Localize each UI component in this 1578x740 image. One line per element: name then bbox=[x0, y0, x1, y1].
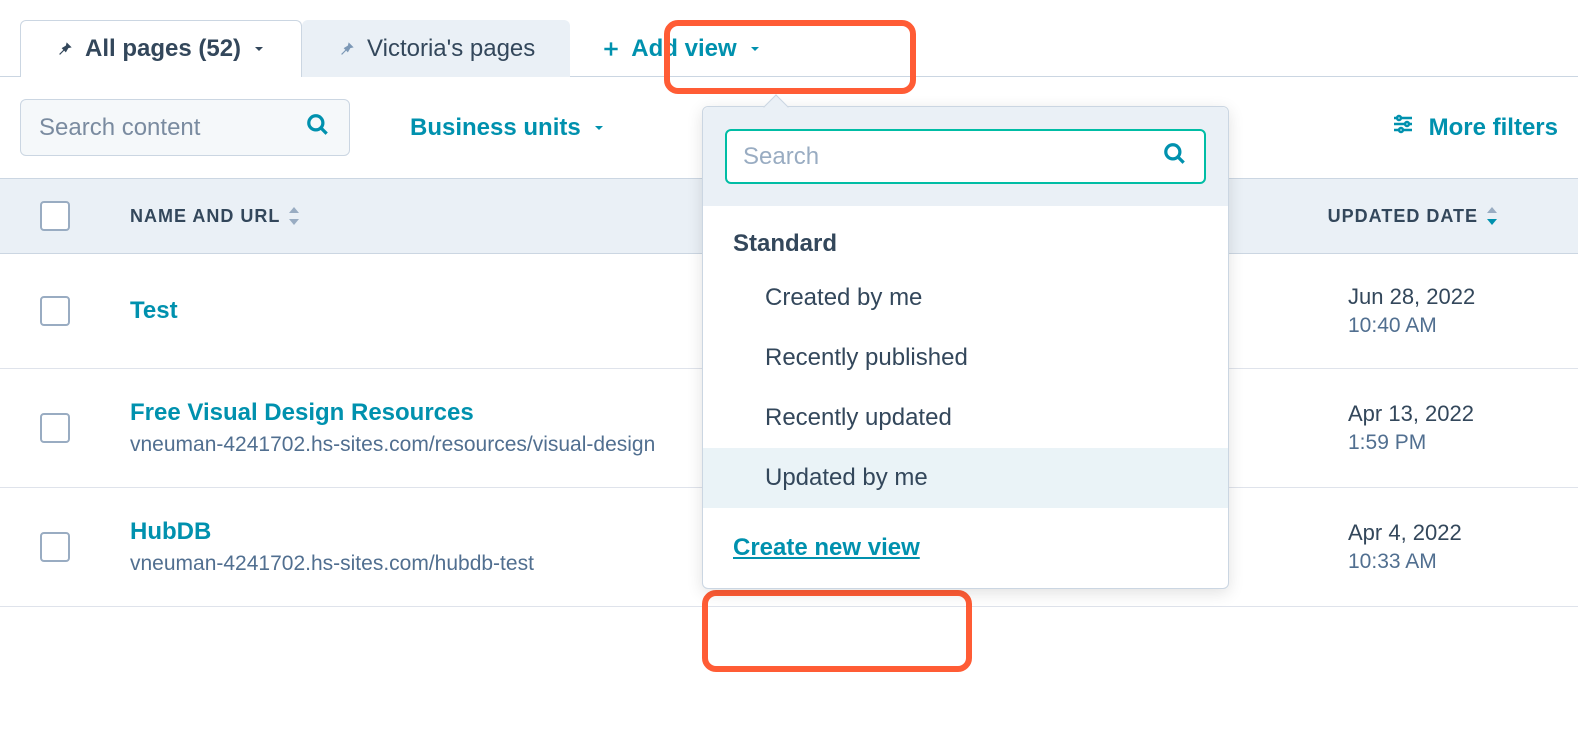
select-all-checkbox[interactable] bbox=[40, 201, 70, 231]
dropdown-section-title: Standard bbox=[703, 206, 1228, 268]
column-label: UPDATED DATE bbox=[1328, 206, 1478, 227]
row-title[interactable]: Test bbox=[130, 297, 178, 325]
row-checkbox[interactable] bbox=[40, 413, 70, 443]
tab-label: All pages (52) bbox=[85, 35, 241, 63]
search-icon bbox=[1162, 141, 1188, 172]
more-filters-button[interactable]: More filters bbox=[1391, 112, 1558, 143]
pin-icon bbox=[55, 39, 75, 59]
search-content-field[interactable] bbox=[39, 114, 305, 142]
row-date: Apr 4, 2022 bbox=[1348, 520, 1498, 546]
dropdown-item-recently-updated[interactable]: Recently updated bbox=[703, 388, 1228, 448]
sort-icon bbox=[1486, 207, 1498, 225]
row-checkbox[interactable] bbox=[40, 296, 70, 326]
dropdown-search-input[interactable] bbox=[725, 129, 1206, 184]
row-url: vneuman-4241702.hs-sites.com/hubdb-test bbox=[130, 552, 534, 576]
tab-label: Add view bbox=[631, 35, 736, 63]
row-title[interactable]: Free Visual Design Resources bbox=[130, 399, 655, 427]
column-name-header[interactable]: NAME AND URL bbox=[130, 206, 300, 227]
row-time: 10:40 AM bbox=[1348, 314, 1498, 338]
tab-label: Victoria's pages bbox=[367, 35, 535, 63]
row-date: Jun 28, 2022 bbox=[1348, 284, 1498, 310]
pin-icon bbox=[337, 39, 357, 59]
chevron-down-icon bbox=[251, 41, 267, 57]
more-filters-label: More filters bbox=[1429, 114, 1558, 142]
column-updated-header[interactable]: UPDATED DATE bbox=[1328, 206, 1538, 227]
dropdown-item-updated-by-me[interactable]: Updated by me bbox=[703, 448, 1228, 508]
filter-label: Business units bbox=[410, 114, 581, 142]
row-checkbox[interactable] bbox=[40, 532, 70, 562]
business-units-filter[interactable]: Business units bbox=[410, 114, 607, 142]
create-new-view-link[interactable]: Create new view bbox=[733, 534, 920, 561]
dropdown-search-field[interactable] bbox=[743, 143, 1162, 171]
row-time: 10:33 AM bbox=[1348, 550, 1498, 574]
sliders-icon bbox=[1391, 112, 1415, 143]
plus-icon bbox=[601, 39, 621, 59]
dropdown-item-recently-published[interactable]: Recently published bbox=[703, 328, 1228, 388]
sort-icon bbox=[288, 207, 300, 225]
column-label: NAME AND URL bbox=[130, 206, 280, 227]
row-title[interactable]: HubDB bbox=[130, 518, 534, 546]
chevron-down-icon bbox=[747, 41, 763, 57]
tabs-bar: All pages (52) Victoria's pages Add view bbox=[0, 0, 1578, 77]
row-time: 1:59 PM bbox=[1348, 431, 1498, 455]
search-content-input[interactable] bbox=[20, 99, 350, 156]
chevron-down-icon bbox=[591, 120, 607, 136]
row-url: vneuman-4241702.hs-sites.com/resources/v… bbox=[130, 433, 655, 457]
search-icon bbox=[305, 112, 331, 143]
dropdown-create-wrap: Create new view bbox=[703, 508, 1228, 588]
tab-add-view[interactable]: Add view bbox=[570, 20, 793, 77]
dropdown-item-created-by-me[interactable]: Created by me bbox=[703, 268, 1228, 328]
tab-all-pages[interactable]: All pages (52) bbox=[20, 20, 302, 77]
add-view-dropdown: Standard Created by me Recently publishe… bbox=[702, 106, 1229, 589]
row-date: Apr 13, 2022 bbox=[1348, 401, 1498, 427]
dropdown-search-wrap bbox=[703, 107, 1228, 206]
tab-victoria[interactable]: Victoria's pages bbox=[302, 20, 570, 77]
